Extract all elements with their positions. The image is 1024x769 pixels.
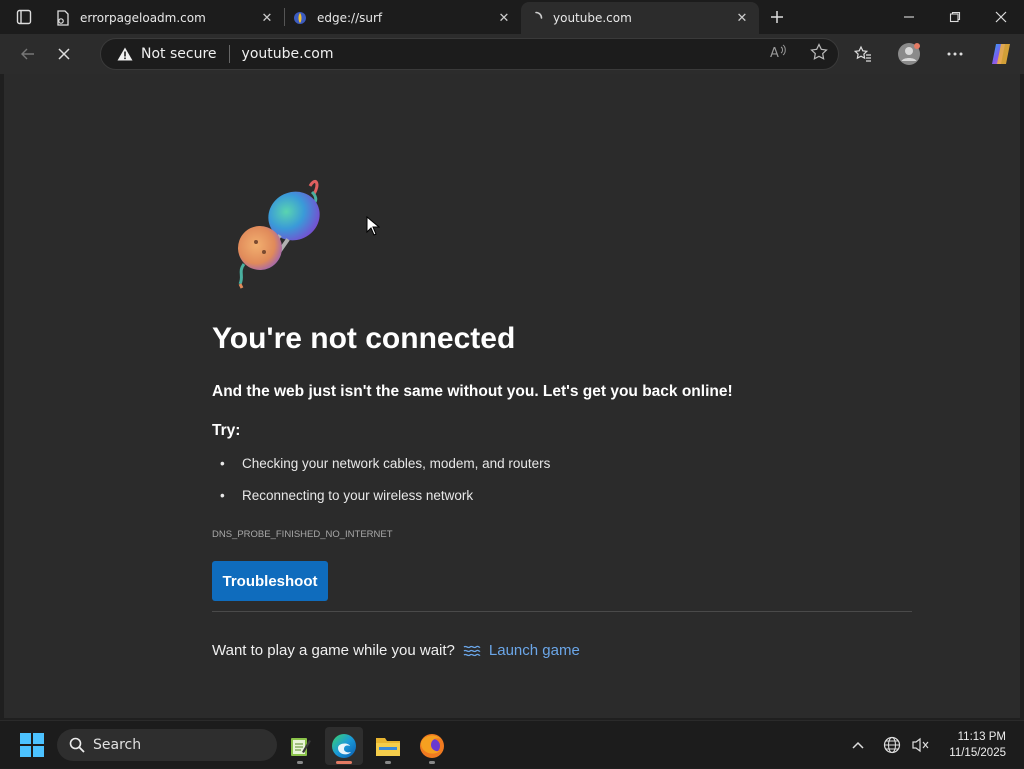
surf-waves-icon <box>463 644 481 658</box>
settings-more-button[interactable] <box>932 38 978 70</box>
stop-loading-button[interactable] <box>46 38 82 70</box>
address-bar[interactable]: Not secure youtube.com A <box>100 38 839 70</box>
copilot-icon <box>992 44 1010 64</box>
star-icon <box>810 43 828 60</box>
game-prompt-text: Want to play a game while you wait? <box>212 642 455 659</box>
favorite-button[interactable] <box>810 43 828 65</box>
favorites-button[interactable] <box>840 38 886 70</box>
warning-icon <box>117 47 133 61</box>
divider <box>212 611 912 612</box>
error-title: You're not connected <box>212 322 516 355</box>
avatar-icon <box>898 43 920 65</box>
volume-button[interactable] <box>906 729 934 761</box>
tab-close-button[interactable]: ✕ <box>258 9 276 27</box>
speaker-muted-icon <box>912 737 929 753</box>
error-page: You're not connected And the web just is… <box>4 74 1020 718</box>
suggestion-text: Reconnecting to your wireless network <box>242 488 474 503</box>
search-icon <box>69 737 85 753</box>
network-button[interactable] <box>878 729 906 761</box>
restore-icon <box>949 11 961 23</box>
not-secure-label: Not secure <box>141 46 217 62</box>
minimize-button[interactable] <box>886 0 932 34</box>
tab-title: youtube.com <box>553 11 632 25</box>
browser-toolbar: Not secure youtube.com A <box>0 34 1024 74</box>
taskbar-app-notepad[interactable] <box>281 727 319 765</box>
tab-youtube[interactable]: youtube.com ✕ <box>521 2 759 34</box>
tab-close-button[interactable]: ✕ <box>495 9 513 27</box>
plug-icon <box>238 180 320 289</box>
globe-icon <box>883 736 901 754</box>
launch-game-link[interactable]: Launch game <box>489 642 580 659</box>
clock[interactable]: 11:13 PM 11/15/2025 <box>934 729 1024 761</box>
taskbar-app-edge[interactable] <box>325 727 363 765</box>
suggestion-text: Checking your network cables, modem, and… <box>242 456 551 471</box>
clock-date: 11/15/2025 <box>949 747 1006 759</box>
show-hidden-icons-button[interactable] <box>844 729 872 761</box>
tab-actions-button[interactable] <box>0 0 48 34</box>
tab-title: errorpageloadm.com <box>80 11 206 25</box>
try-label: Try: <box>212 422 241 439</box>
copilot-button[interactable] <box>978 38 1024 70</box>
favorites-icon <box>854 45 871 62</box>
document-icon <box>57 10 69 26</box>
back-arrow-icon <box>21 48 34 60</box>
running-indicator <box>297 761 303 764</box>
plus-icon <box>771 11 783 23</box>
read-aloud-button[interactable]: A <box>770 44 788 64</box>
running-indicator <box>385 761 391 764</box>
windows-logo-icon <box>20 733 44 757</box>
restore-button[interactable] <box>932 0 978 34</box>
mouse-cursor-icon <box>366 216 380 236</box>
tab-actions-icon <box>16 9 32 25</box>
taskbar-search[interactable]: Search <box>57 729 277 761</box>
close-window-button[interactable] <box>978 0 1024 34</box>
start-button[interactable] <box>20 733 44 757</box>
edge-icon <box>332 734 356 758</box>
back-button[interactable] <box>10 38 46 70</box>
tab-close-button[interactable]: ✕ <box>733 9 751 27</box>
system-tray: 11:13 PM 11/15/2025 <box>844 721 1024 769</box>
close-icon <box>995 11 1007 23</box>
stop-icon <box>58 48 70 60</box>
profile-button[interactable] <box>886 38 932 70</box>
more-icon <box>947 52 963 56</box>
chevron-up-icon <box>852 741 864 749</box>
folder-icon <box>376 738 400 756</box>
tab-title: edge://surf <box>317 11 383 25</box>
active-indicator <box>336 761 352 764</box>
firefox-icon <box>420 734 444 758</box>
tab-errorpageloadm[interactable]: errorpageloadm.com ✕ <box>48 2 284 34</box>
disconnected-plug-illustration <box>230 172 330 292</box>
address-divider <box>228 45 230 63</box>
search-label: Search <box>93 737 142 753</box>
loading-spinner-icon <box>535 11 543 19</box>
list-item: • Reconnecting to your wireless network <box>220 488 550 520</box>
error-code: DNS_PROBE_FINISHED_NO_INTERNET <box>212 529 393 540</box>
running-indicator <box>429 761 435 764</box>
svg-text:A: A <box>770 46 779 60</box>
read-aloud-icon: A <box>770 44 786 61</box>
site-info-button[interactable]: Not secure <box>117 46 217 62</box>
list-item: • Checking your network cables, modem, an… <box>220 456 550 488</box>
notepad-icon <box>291 738 311 756</box>
clock-time: 11:13 PM <box>957 731 1006 743</box>
taskbar: Search 11:13 PM 11/15/2025 <box>0 720 1024 768</box>
surf-icon <box>294 12 306 24</box>
new-tab-button[interactable] <box>759 0 795 34</box>
bullet-icon: • <box>220 456 225 471</box>
game-prompt-row: Want to play a game while you wait? Laun… <box>212 642 580 659</box>
bullet-icon: • <box>220 488 225 503</box>
suggestions-list: • Checking your network cables, modem, an… <box>220 456 550 520</box>
tab-edge-surf[interactable]: edge://surf ✕ <box>285 2 521 34</box>
troubleshoot-button[interactable]: Troubleshoot <box>212 561 328 601</box>
error-subtitle: And the web just isn't the same without … <box>212 383 733 400</box>
taskbar-app-firefox[interactable] <box>413 727 451 765</box>
minimize-icon <box>904 16 914 18</box>
tab-strip: errorpageloadm.com ✕ edge://surf ✕ youtu… <box>0 0 1024 34</box>
taskbar-app-file-explorer[interactable] <box>369 727 407 765</box>
url-text[interactable]: youtube.com <box>242 46 334 62</box>
